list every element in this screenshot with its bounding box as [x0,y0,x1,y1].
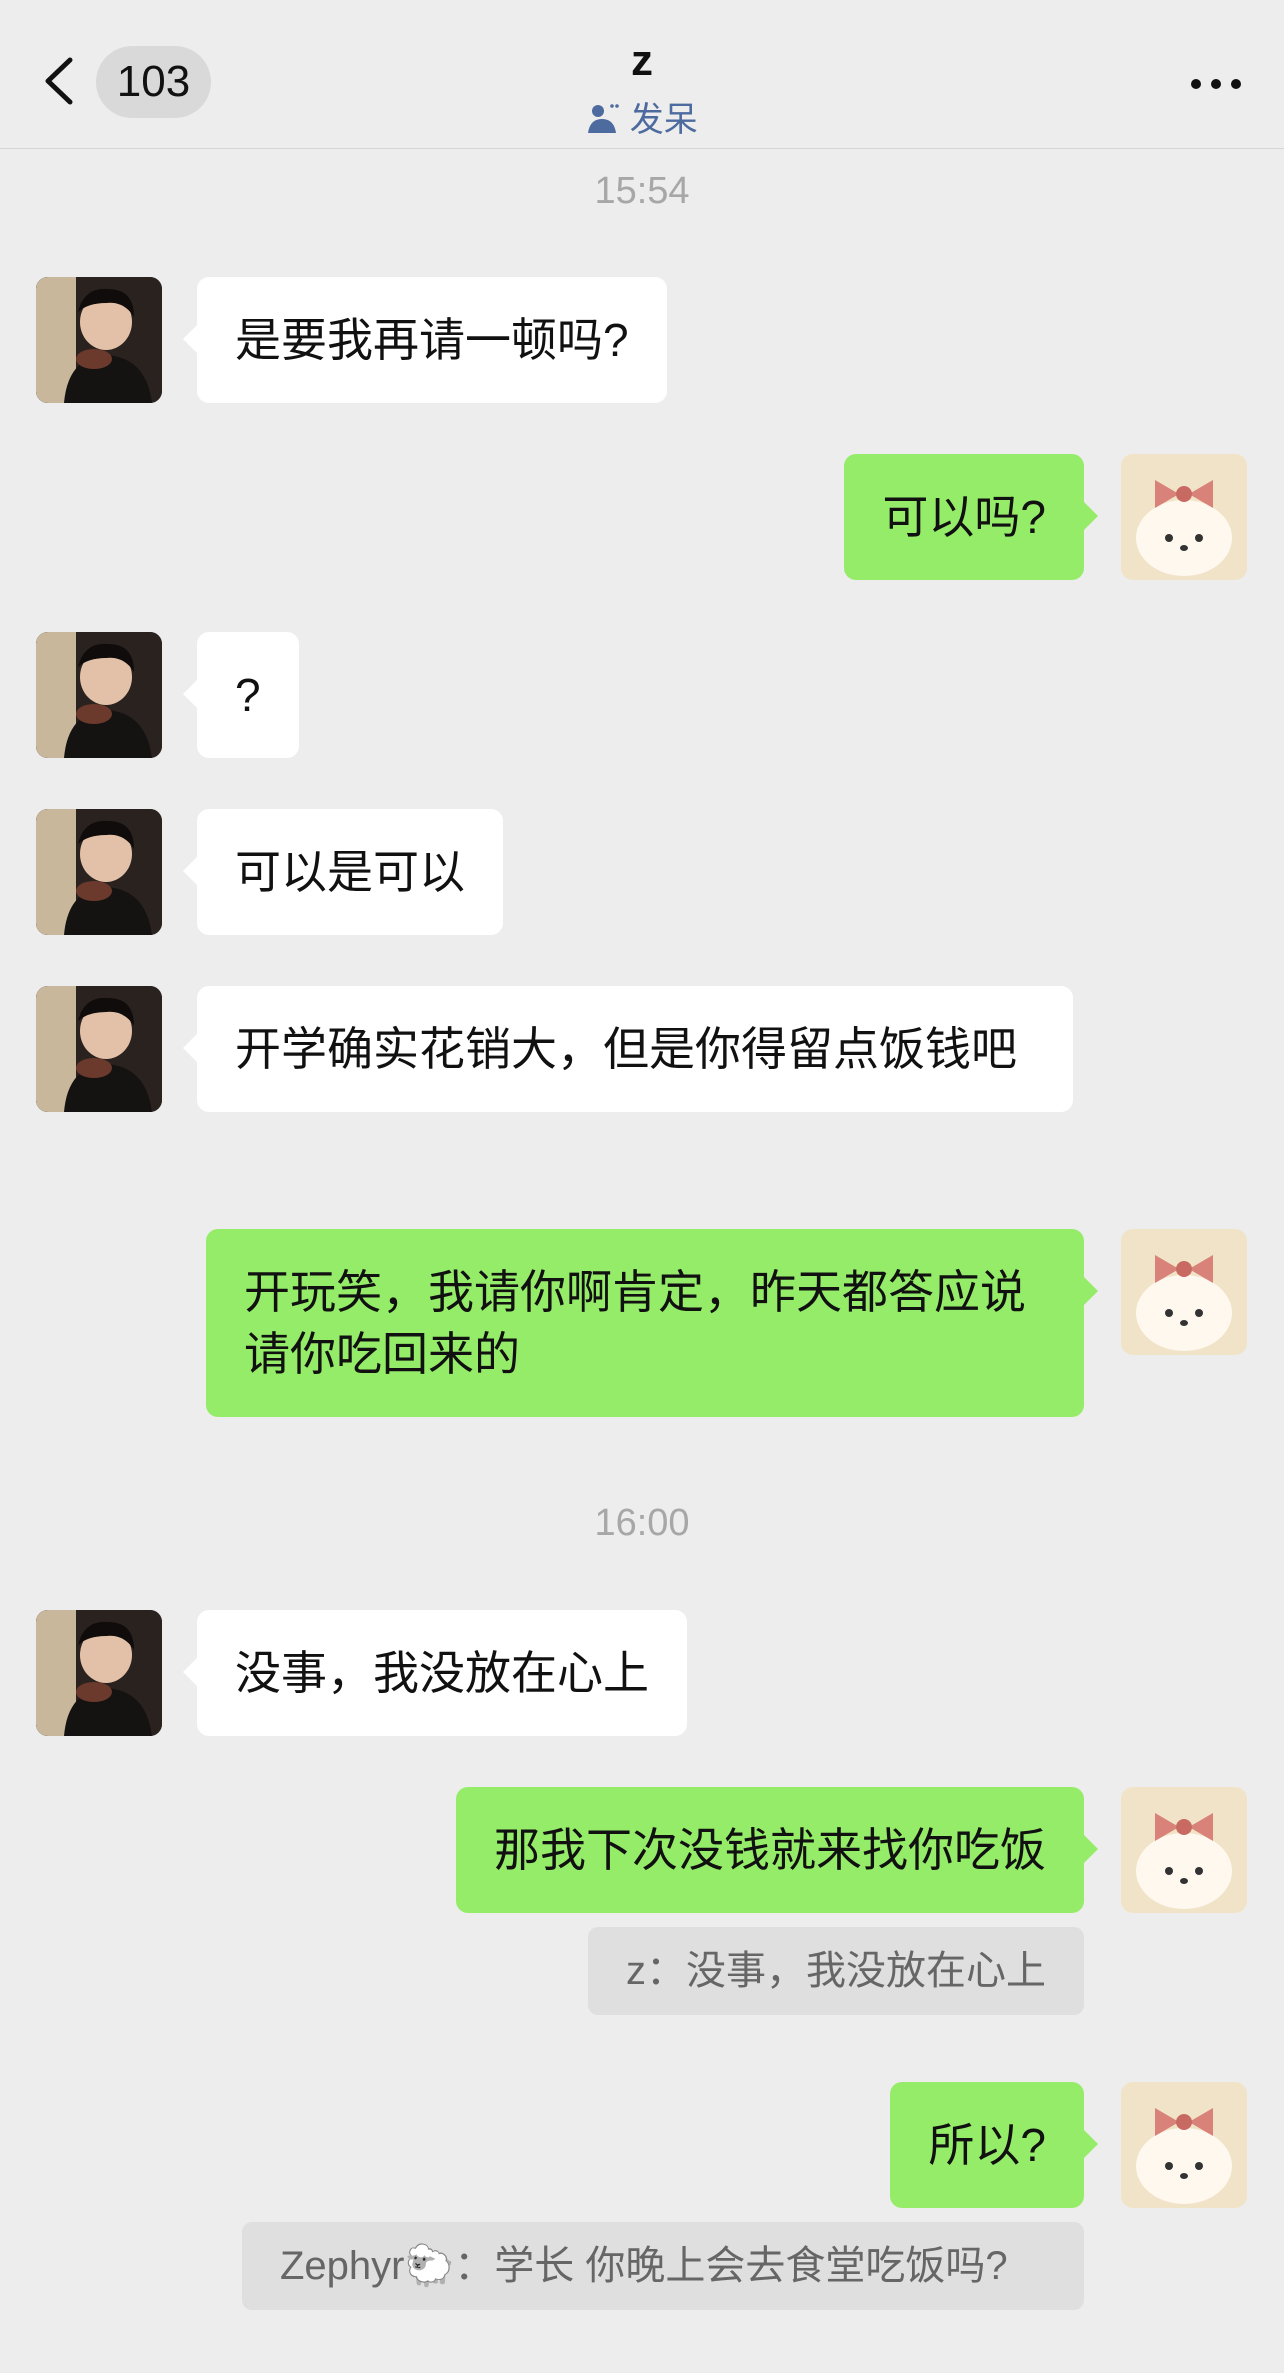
timestamp: 15:54 [594,170,690,212]
self-avatar-image [1121,454,1247,580]
incoming-message[interactable]: 可以是可以 [183,809,503,935]
contact-avatar[interactable] [36,986,162,1112]
self-avatar[interactable] [1121,454,1247,580]
contact-avatar-image [36,277,162,403]
contact-avatar-image [36,809,162,935]
outgoing-message[interactable]: 那我下次没钱就来找你吃饭 [456,1787,1098,1913]
self-avatar-image [1121,2082,1247,2208]
contact-status[interactable]: 发呆 [0,92,1284,141]
self-avatar[interactable] [1121,1229,1247,1355]
chat-title[interactable]: z [0,36,1284,86]
more-dots-icon[interactable] [1186,64,1246,104]
chat-header: 103 z 发呆 [0,0,1284,149]
timestamp: 16:00 [594,1502,690,1544]
contact-avatar[interactable] [36,1610,162,1736]
contact-avatar-image [36,986,162,1112]
contact-avatar-image [36,1610,162,1736]
incoming-message[interactable]: 开学确实花销大，但是你得留点饭钱吧 [183,986,1073,1112]
self-avatar[interactable] [1121,2082,1247,2208]
incoming-message[interactable]: 没事，我没放在心上 [183,1610,687,1736]
outgoing-message[interactable]: 可以吗? [844,454,1098,580]
outgoing-message[interactable]: 开玩笑，我请你啊肯定，昨天都答应说请你吃回来的 [206,1229,1098,1417]
quoted-message[interactable]: Zephyr🐑：学长 你晚上会去食堂吃饭吗? [242,2222,1084,2310]
contact-avatar-image [36,632,162,758]
status-person-icon [588,104,620,133]
self-avatar-image [1121,1787,1247,1913]
self-avatar[interactable] [1121,1787,1247,1913]
self-avatar-image [1121,1229,1247,1355]
incoming-message[interactable]: ? [183,632,299,758]
contact-avatar[interactable] [36,809,162,935]
status-text: 发呆 [629,101,698,139]
contact-avatar[interactable] [36,632,162,758]
contact-avatar[interactable] [36,277,162,403]
quoted-message[interactable]: z：没事，我没放在心上 [588,1927,1084,2015]
incoming-message[interactable]: 是要我再请一顿吗? [183,277,667,403]
outgoing-message[interactable]: 所以? [890,2082,1098,2208]
